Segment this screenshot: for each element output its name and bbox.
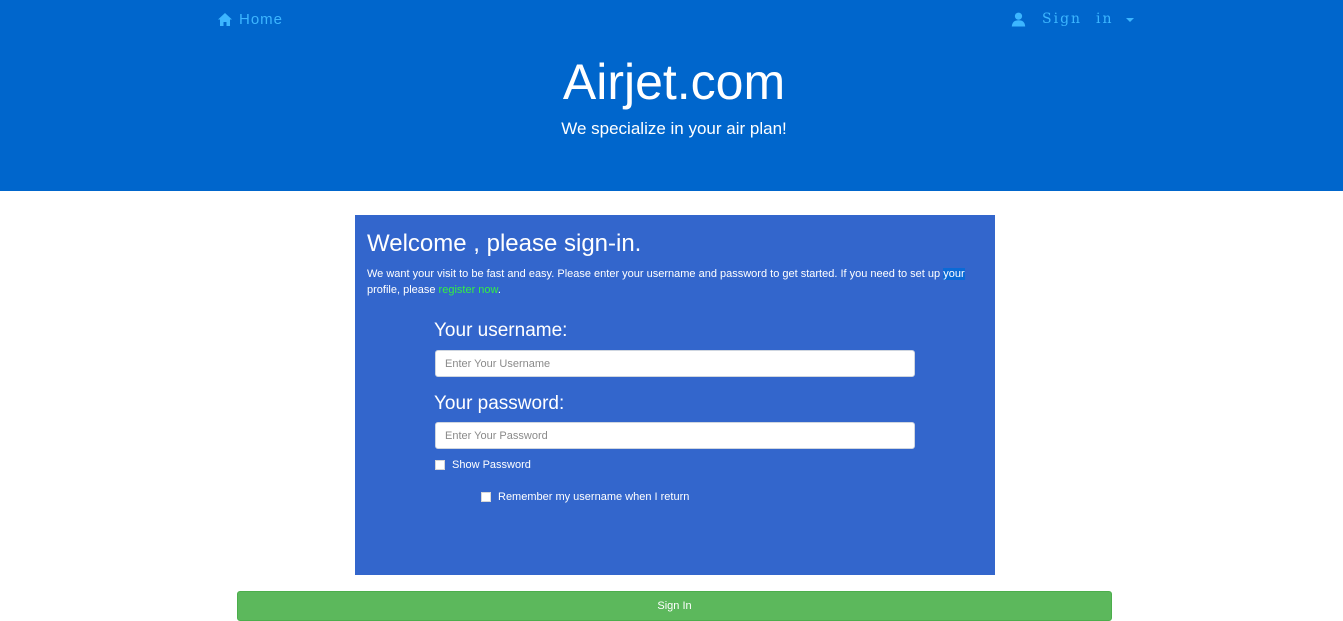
signin-dropdown-toggle[interactable]: Sign in xyxy=(1011,11,1134,27)
remember-username-row[interactable]: Remember my username when I return xyxy=(481,491,689,503)
intro-text-part1: We want your visit to be fast and easy. … xyxy=(367,268,944,280)
home-icon xyxy=(217,12,233,28)
intro-text-part2: profile, please xyxy=(367,284,439,296)
site-title: Airjet.com xyxy=(562,54,786,110)
login-intro-text: We want your visit to be fast and easy. … xyxy=(367,266,983,298)
site-header: Home Sign in Airjet.com We specialize in… xyxy=(0,0,1343,191)
caret-down-icon xyxy=(1125,18,1134,22)
login-panel: Welcome , please sign-in. We want your v… xyxy=(355,215,995,575)
user-icon xyxy=(1011,12,1026,27)
intro-text-highlight: your xyxy=(943,268,965,280)
show-password-checkbox[interactable] xyxy=(435,460,445,470)
password-input[interactable] xyxy=(435,422,915,449)
show-password-row[interactable]: Show Password xyxy=(435,459,531,471)
signin-label-word2: in xyxy=(1096,11,1114,27)
remember-username-label: Remember my username when I return xyxy=(498,491,690,503)
register-now-link[interactable]: register now xyxy=(439,284,498,296)
site-tagline: We specialize in your air plan! xyxy=(561,119,787,138)
username-input[interactable] xyxy=(435,350,915,377)
signin-label-word1: Sign xyxy=(1042,11,1083,27)
nav-home-label: Home xyxy=(239,11,284,28)
login-heading: Welcome , please sign-in. xyxy=(367,230,642,257)
show-password-label: Show Password xyxy=(452,459,531,471)
username-label: Your username: xyxy=(434,320,568,341)
sign-in-button[interactable]: Sign In xyxy=(237,591,1112,621)
remember-username-checkbox[interactable] xyxy=(481,492,491,502)
password-label: Your password: xyxy=(434,393,565,414)
nav-home-link[interactable]: Home xyxy=(217,11,283,28)
intro-text-end: . xyxy=(497,284,501,296)
